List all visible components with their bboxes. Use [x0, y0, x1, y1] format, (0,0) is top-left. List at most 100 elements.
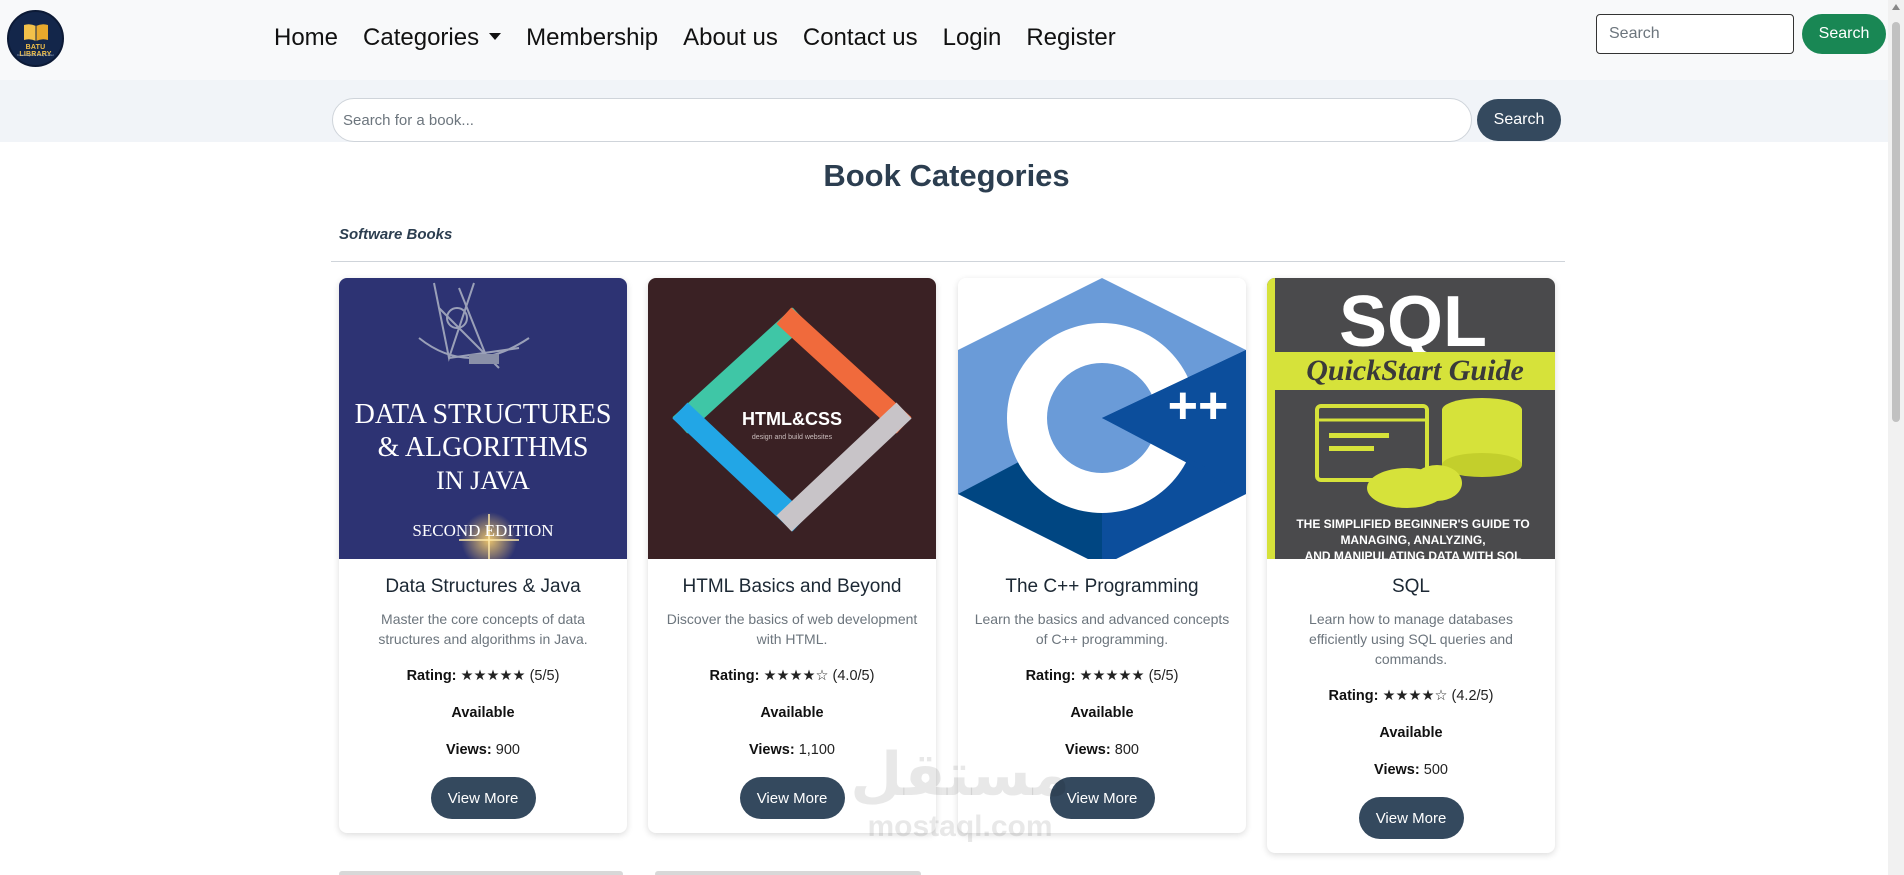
sextant-illustration-icon: DATA STRUCTURES & ALGORITHMS IN JAVA SEC… [355, 282, 612, 559]
book-title: SQL [1391, 576, 1431, 597]
book-cover-image: SQL QuickStart Guide THE SIMPLIFIED BEGI… [1267, 278, 1555, 559]
navbar-search-button[interactable]: Search [1802, 14, 1886, 54]
book-status: Available [1379, 725, 1443, 741]
navbar: BATU LIBRARY Knowledge for every reader … [0, 0, 1888, 80]
next-row-card-peek [655, 871, 921, 875]
chevron-down-icon [489, 33, 502, 41]
scroll-up-arrow-icon[interactable] [1892, 4, 1900, 10]
book-cover-image: DATA STRUCTURES & ALGORITHMS IN JAVA SEC… [339, 278, 627, 559]
database-illustration-icon: SQL QuickStart Guide THE SIMPLIFIED BEGI… [1267, 278, 1555, 559]
book-card-body: The C++ Programming Learn the basics and… [958, 575, 1246, 833]
views-count: 900 [495, 742, 520, 758]
book-cover-image: ++ [958, 278, 1246, 559]
book-card: ++ The C++ Programming Learn the basics … [958, 278, 1246, 833]
cover-title-line-2: & ALGORITHMS [378, 432, 589, 463]
page-scrollbar[interactable] [1888, 0, 1904, 875]
nav-about-link[interactable]: About us [683, 22, 778, 54]
views-count: 500 [1423, 762, 1448, 778]
book-card-body: HTML Basics and Beyond Discover the basi… [648, 575, 936, 833]
open-book-icon [24, 24, 48, 41]
rating-label: Rating: [1328, 688, 1379, 704]
rating-value: (4.2/5) [1451, 688, 1494, 704]
star-rating-icon: ★★★★★ [1079, 668, 1145, 684]
book-description: Master the core concepts of data structu… [378, 611, 588, 647]
cover-tagline-2: MANAGING, ANALYZING, [1340, 533, 1485, 547]
star-rating-icon: ★★★★☆ [1382, 688, 1448, 704]
rating-label: Rating: [406, 668, 457, 684]
view-more-button[interactable]: View More [1049, 777, 1155, 819]
book-title: HTML Basics and Beyond [682, 576, 902, 597]
rating-label: Rating: [709, 668, 760, 684]
view-more-button[interactable]: View More [739, 777, 845, 819]
views-label: Views: [748, 742, 795, 758]
book-search-bar: Search [0, 80, 1888, 142]
book-rating: Rating: ★★★★☆ (4.2/5) [1283, 686, 1539, 706]
cover-title: HTML&CSS [742, 409, 842, 429]
nav-links: Home Categories Membership About us Cont… [274, 22, 1141, 54]
nav-login-link[interactable]: Login [943, 22, 1002, 54]
views-label: Views: [1065, 742, 1111, 758]
cover-title-line-3: IN JAVA [436, 466, 530, 495]
book-status: Available [1070, 705, 1134, 721]
view-more-button[interactable]: View More [430, 777, 536, 819]
rating-value: (5/5) [529, 668, 560, 684]
scrollbar-thumb[interactable] [1892, 22, 1900, 422]
book-rating: Rating: ★★★★☆ (4.0/5) [664, 666, 920, 686]
views-label: Views: [446, 742, 492, 758]
view-more-button[interactable]: View More [1358, 797, 1464, 839]
book-views: Views: 800 [974, 740, 1230, 760]
book-views: Views: 500 [1283, 760, 1539, 780]
section-divider [331, 261, 1565, 262]
book-card: HTML&CSS design and build websites HTML … [648, 278, 936, 833]
cover-title: SQL [1339, 282, 1487, 362]
nav-contact-link[interactable]: Contact us [803, 22, 918, 54]
book-title: The C++ Programming [1005, 576, 1199, 597]
nav-membership-link[interactable]: Membership [526, 22, 658, 54]
views-count: 800 [1114, 742, 1139, 758]
next-row-card-peek [339, 871, 623, 875]
views-label: Views: [1374, 762, 1420, 778]
logo-subtext: Knowledge for every reader [17, 53, 54, 57]
book-description: Discover the basics of web development w… [666, 611, 918, 647]
book-card: SQL QuickStart Guide THE SIMPLIFIED BEGI… [1267, 278, 1555, 853]
navbar-search-input[interactable] [1596, 14, 1794, 54]
cover-plus-plus: ++ [1168, 377, 1229, 435]
book-status: Available [760, 705, 824, 721]
rating-label: Rating: [1025, 668, 1076, 684]
book-search-button[interactable]: Search [1477, 99, 1561, 141]
diamond-frame-icon: HTML&CSS design and build websites [672, 307, 912, 532]
page-title: Book Categories [823, 158, 1070, 193]
book-card-body: SQL Learn how to manage databases effici… [1267, 575, 1555, 853]
views-count: 1,100 [798, 742, 835, 758]
cover-tagline-3: AND MANIPULATING DATA WITH SQL [1305, 549, 1522, 559]
star-rating-icon: ★★★★★ [460, 668, 526, 684]
book-description: Learn how to manage databases efficientl… [1309, 611, 1513, 667]
book-rating: Rating: ★★★★★ (5/5) [974, 666, 1230, 686]
nav-register-link[interactable]: Register [1026, 22, 1115, 54]
cover-edition: SECOND EDITION [412, 521, 553, 540]
rating-value: (5/5) [1148, 668, 1179, 684]
page: BATU LIBRARY Knowledge for every reader … [0, 0, 1904, 875]
section-title: Software Books [339, 226, 453, 243]
book-status: Available [451, 705, 515, 721]
book-rating: Rating: ★★★★★ (5/5) [355, 666, 611, 686]
nav-categories-label: Categories [363, 24, 480, 51]
star-rating-icon: ★★★★☆ [763, 668, 829, 684]
nav-categories-dropdown[interactable]: Categories [363, 22, 502, 54]
book-description: Learn the basics and advanced concepts o… [974, 611, 1230, 647]
book-views: Views: 900 [355, 740, 611, 760]
book-views: Views: 1,100 [664, 740, 920, 760]
nav-home-link[interactable]: Home [274, 22, 338, 54]
cover-subtitle: design and build websites [752, 434, 833, 441]
book-search-input[interactable] [332, 98, 1472, 142]
book-title: Data Structures & Java [385, 576, 581, 597]
book-card-body: Data Structures & Java Master the core c… [339, 575, 627, 833]
cpp-logo-icon: ++ [958, 278, 1246, 559]
rating-value: (4.0/5) [832, 668, 875, 684]
book-card: DATA STRUCTURES & ALGORITHMS IN JAVA SEC… [339, 278, 627, 833]
cover-subtitle: QuickStart Guide [1306, 354, 1524, 387]
library-logo[interactable]: BATU LIBRARY Knowledge for every reader [7, 10, 64, 67]
cover-title-line-1: DATA STRUCTURES [355, 399, 612, 430]
book-cover-image: HTML&CSS design and build websites [648, 278, 936, 559]
cover-tagline-1: THE SIMPLIFIED BEGINNER'S GUIDE TO [1296, 517, 1529, 531]
